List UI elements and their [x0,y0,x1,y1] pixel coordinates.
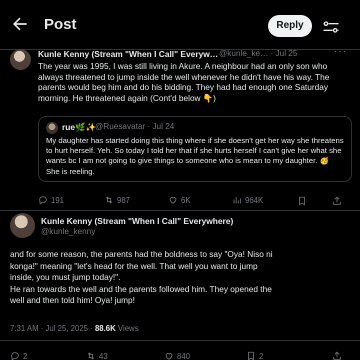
author-name[interactable]: Kunle Kenny (Stream "When I Call" Everyw… [41,216,233,226]
post-meta: 7:31 AM · Jul 25, 2025 · 88.6K Views [10,324,139,333]
reply-button[interactable]: Reply [268,15,312,37]
tweet-text-line: konga!" meaning "let's head for the well… [10,260,258,271]
like-count: 840 [177,352,191,360]
share-icon[interactable] [332,196,342,206]
like-stat[interactable]: 6K [168,195,191,205]
views-stat[interactable]: 964K [232,195,263,205]
author-handle[interactable]: @kunle_kenny [41,227,95,236]
page-title: Post [44,16,77,33]
post-views-count: 88.6K [94,324,116,333]
like-icon [169,197,177,204]
repost-icon [87,352,95,360]
bookmark-icon [248,351,254,360]
like-icon [165,353,173,360]
reply-stat[interactable]: 2 [10,351,27,360]
tweet-text: and for some reason, the parents had the… [10,249,352,307]
divider [0,340,360,341]
bookmark-count: 2 [259,352,264,360]
repost-stat[interactable]: 987 [104,195,130,205]
repost-count: 43 [99,352,108,360]
reply-count: 191 [51,196,65,205]
avatar[interactable] [10,49,31,70]
reply-icon [39,196,47,205]
post-header: Post Reply [0,0,360,50]
bookmark-icon[interactable] [297,196,307,206]
author-name[interactable]: Kunle Kenny (Stream "When I Call" Everyw… [38,49,218,59]
reply-stat[interactable]: 191 [38,195,64,205]
views-count: 964K [245,196,264,205]
quoted-author-handle-time: @Ruesavatar · Jul 24 [95,122,175,131]
views-icon [233,197,241,204]
like-count: 6K [181,196,191,205]
settings-icon[interactable] [321,17,341,37]
tweet-text-line: He ran towards the well and the parents … [10,283,272,294]
quoted-avatar [46,122,58,134]
tweet-text: The year was 1995, I was still living in… [38,61,330,103]
divider [0,210,360,211]
post-timestamp[interactable]: 7:31 AM · Jul 25, 2025 · [10,324,95,333]
reply-icon [11,352,19,360]
repost-count: 987 [117,196,131,205]
tweet-text-line: and for some reason, the parents had the… [10,249,273,259]
tweet-text-line: well and then told him! Oya! jump! [10,295,135,306]
reply-count: 2 [23,352,28,360]
post-views-label: Views [115,324,139,333]
repost-stat[interactable]: 43 [86,351,108,360]
quoted-tweet[interactable]: rue🌿✨ @Ruesavatar · Jul 24 My daughter h… [38,116,352,182]
avatar[interactable] [10,213,35,238]
bookmark-stat[interactable]: 2 [246,351,263,360]
author-handle-time[interactable]: @kunle_ke… · Jul 25 [219,49,297,58]
quoted-tweet-text: My daughter has started doing this thing… [46,136,344,176]
more-icon[interactable]: ··· [334,46,347,57]
tweet-text-line: inside, you must jump today!". [10,272,121,283]
like-stat[interactable]: 840 [164,351,190,360]
quoted-author-name: rue🌿✨ [62,122,96,132]
back-arrow-icon[interactable] [10,14,30,34]
share-icon[interactable] [332,351,342,360]
repost-icon [105,196,113,204]
